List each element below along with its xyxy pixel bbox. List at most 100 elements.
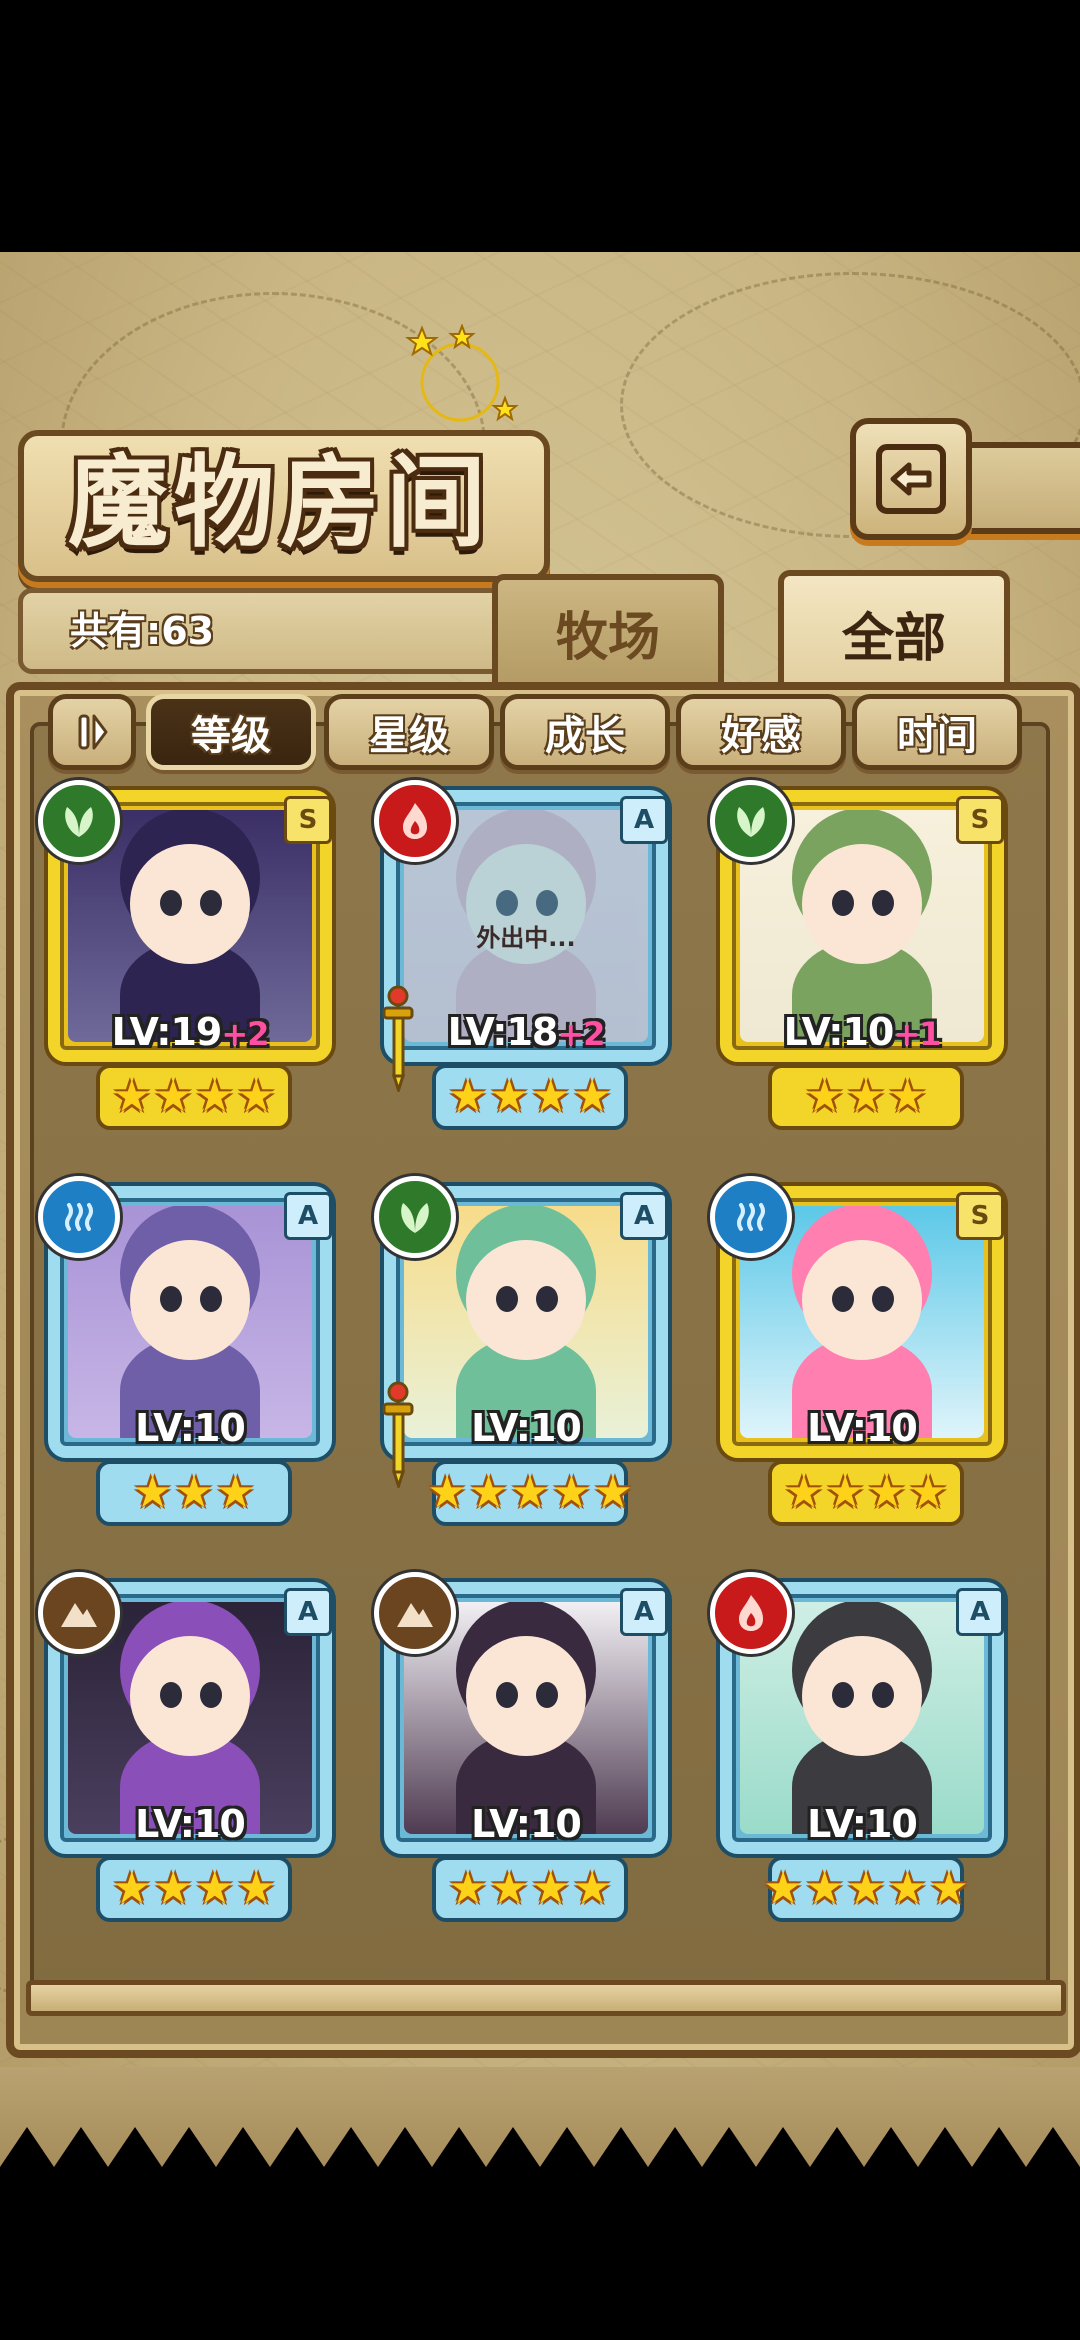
border-tooth bbox=[648, 2127, 702, 2167]
back-button[interactable] bbox=[850, 418, 972, 540]
level-text: LV:10 bbox=[783, 1010, 895, 1054]
star-icon: ★ bbox=[572, 1863, 612, 1914]
away-status: 外出中... bbox=[476, 924, 576, 952]
portrait-head bbox=[130, 1636, 250, 1756]
level-label: LV:10 bbox=[712, 1406, 1012, 1450]
level-label: LV:10 bbox=[376, 1802, 676, 1846]
border-tooth bbox=[702, 2127, 756, 2167]
star-icon: ★ bbox=[908, 1467, 948, 1518]
star-icon: ★ bbox=[846, 1071, 886, 1122]
star-icon: ★ bbox=[572, 1071, 612, 1122]
portrait-head bbox=[802, 1636, 922, 1756]
star-rating: ★ ★ ★ bbox=[96, 1460, 292, 1526]
monster-count: 共有:63 bbox=[70, 609, 215, 653]
level-label: LV:10 bbox=[40, 1802, 340, 1846]
star-icon: ★ bbox=[215, 1467, 256, 1518]
border-tooth bbox=[216, 2127, 270, 2167]
level-text: LV:10 bbox=[135, 1802, 246, 1846]
star-icon: ★ bbox=[867, 1467, 907, 1518]
sort-growth-button[interactable]: 成长 bbox=[500, 694, 670, 770]
tab-label: 全部 bbox=[841, 607, 946, 669]
rank-badge: A bbox=[956, 1588, 1004, 1636]
monster-card[interactable]: S LV:10 ★ ★ ★ ★ bbox=[710, 1176, 1012, 1526]
border-tooth bbox=[54, 2127, 108, 2167]
border-tooth bbox=[756, 2127, 810, 2167]
sort-time-button[interactable]: 时间 bbox=[852, 694, 1022, 770]
level-label: LV:10 bbox=[376, 1406, 676, 1450]
portrait-eye bbox=[160, 1682, 182, 1708]
rank-badge: A bbox=[620, 1588, 668, 1636]
star-icon: ★ bbox=[510, 1467, 550, 1518]
star-icon: ★ bbox=[763, 1863, 803, 1914]
monster-card[interactable]: A LV:10 ★ ★ ★ ★ ★ bbox=[374, 1176, 676, 1526]
star-icon: ★ bbox=[153, 1071, 193, 1122]
level-text: LV:19 bbox=[111, 1010, 223, 1054]
portrait-head bbox=[130, 844, 250, 964]
level-bonus: +2 bbox=[221, 1015, 269, 1053]
star-rating: ★ ★ ★ ★ bbox=[96, 1856, 292, 1922]
star-icon: ★ bbox=[236, 1863, 276, 1914]
star-rating: ★ ★ ★ bbox=[768, 1064, 964, 1130]
sort-order-toggle[interactable] bbox=[48, 694, 136, 770]
portrait-eye bbox=[496, 1682, 518, 1708]
sort-level-button[interactable]: 等级 bbox=[146, 694, 316, 770]
portrait-eye bbox=[496, 890, 518, 916]
portrait-eye bbox=[536, 1286, 558, 1312]
portrait-head bbox=[130, 1240, 250, 1360]
portrait-head bbox=[466, 1240, 586, 1360]
level-text: LV:18 bbox=[447, 1010, 559, 1054]
monster-card[interactable]: A LV:10 ★ ★ ★ ★ ★ bbox=[710, 1572, 1012, 1922]
level-bonus: +2 bbox=[557, 1015, 605, 1053]
star-icon: ★ bbox=[887, 1863, 928, 1914]
border-tooth bbox=[540, 2127, 594, 2167]
star-icon: ★ bbox=[195, 1863, 235, 1914]
tab-all[interactable]: 全部 bbox=[778, 570, 1010, 690]
fire-element-icon bbox=[374, 780, 456, 862]
monster-card[interactable]: A LV:10 ★ ★ ★ bbox=[38, 1176, 340, 1526]
portrait-eye bbox=[160, 1286, 182, 1312]
monster-card[interactable]: A LV:10 ★ ★ ★ ★ bbox=[38, 1572, 340, 1922]
rank-badge: A bbox=[620, 1192, 668, 1240]
level-text: LV:10 bbox=[471, 1802, 582, 1846]
monster-card[interactable]: S LV:10+1 ★ ★ ★ bbox=[710, 780, 1012, 1130]
border-tooth bbox=[324, 2127, 378, 2167]
border-tooth bbox=[108, 2127, 162, 2167]
rank-badge: A bbox=[620, 796, 668, 844]
sort-affection-button[interactable]: 好感 bbox=[676, 694, 846, 770]
monster-card[interactable]: S LV:19+2 ★ ★ ★ ★ bbox=[38, 780, 340, 1130]
leaf-element-icon bbox=[38, 780, 120, 862]
portrait-head bbox=[466, 1636, 586, 1756]
portrait-eye bbox=[872, 890, 894, 916]
level-label: LV:10 bbox=[40, 1406, 340, 1450]
portrait-eye bbox=[200, 1682, 222, 1708]
star-icon: ★ bbox=[112, 1071, 152, 1122]
portrait-eye bbox=[872, 1682, 894, 1708]
star-icon: ★ bbox=[825, 1467, 865, 1518]
portrait-eye bbox=[536, 1682, 558, 1708]
star-rating: ★ ★ ★ ★ ★ bbox=[763, 1856, 969, 1922]
tab-ranch[interactable]: 牧场 bbox=[492, 574, 724, 684]
sort-star-button[interactable]: 星级 bbox=[324, 694, 494, 770]
monster-card[interactable]: 外出中... A LV:18+2 ★ ★ ★ ★ bbox=[374, 780, 676, 1130]
rank-badge: A bbox=[284, 1588, 332, 1636]
earth-element-icon bbox=[38, 1572, 120, 1654]
return-icon bbox=[876, 444, 946, 514]
portrait-eye bbox=[200, 890, 222, 916]
border-tooth bbox=[918, 2127, 972, 2167]
star-icon: ★ bbox=[804, 1863, 845, 1914]
star-icon: ★ bbox=[448, 1863, 488, 1914]
portrait-eye bbox=[832, 1286, 854, 1312]
earth-element-icon bbox=[374, 1572, 456, 1654]
star-icon: ★ bbox=[448, 1071, 488, 1122]
level-label: LV:10+1 bbox=[712, 1010, 1012, 1054]
star-icon: ★ bbox=[846, 1863, 886, 1914]
star-rating: ★ ★ ★ ★ bbox=[432, 1856, 628, 1922]
border-tooth bbox=[0, 2127, 54, 2167]
level-text: LV:10 bbox=[807, 1802, 918, 1846]
tab-label: 牧场 bbox=[555, 606, 660, 668]
border-tooth bbox=[270, 2127, 324, 2167]
monster-card[interactable]: A LV:10 ★ ★ ★ ★ bbox=[374, 1572, 676, 1922]
border-tooth bbox=[972, 2127, 1026, 2167]
pause-sort-icon bbox=[78, 714, 108, 750]
border-tooth bbox=[486, 2127, 540, 2167]
